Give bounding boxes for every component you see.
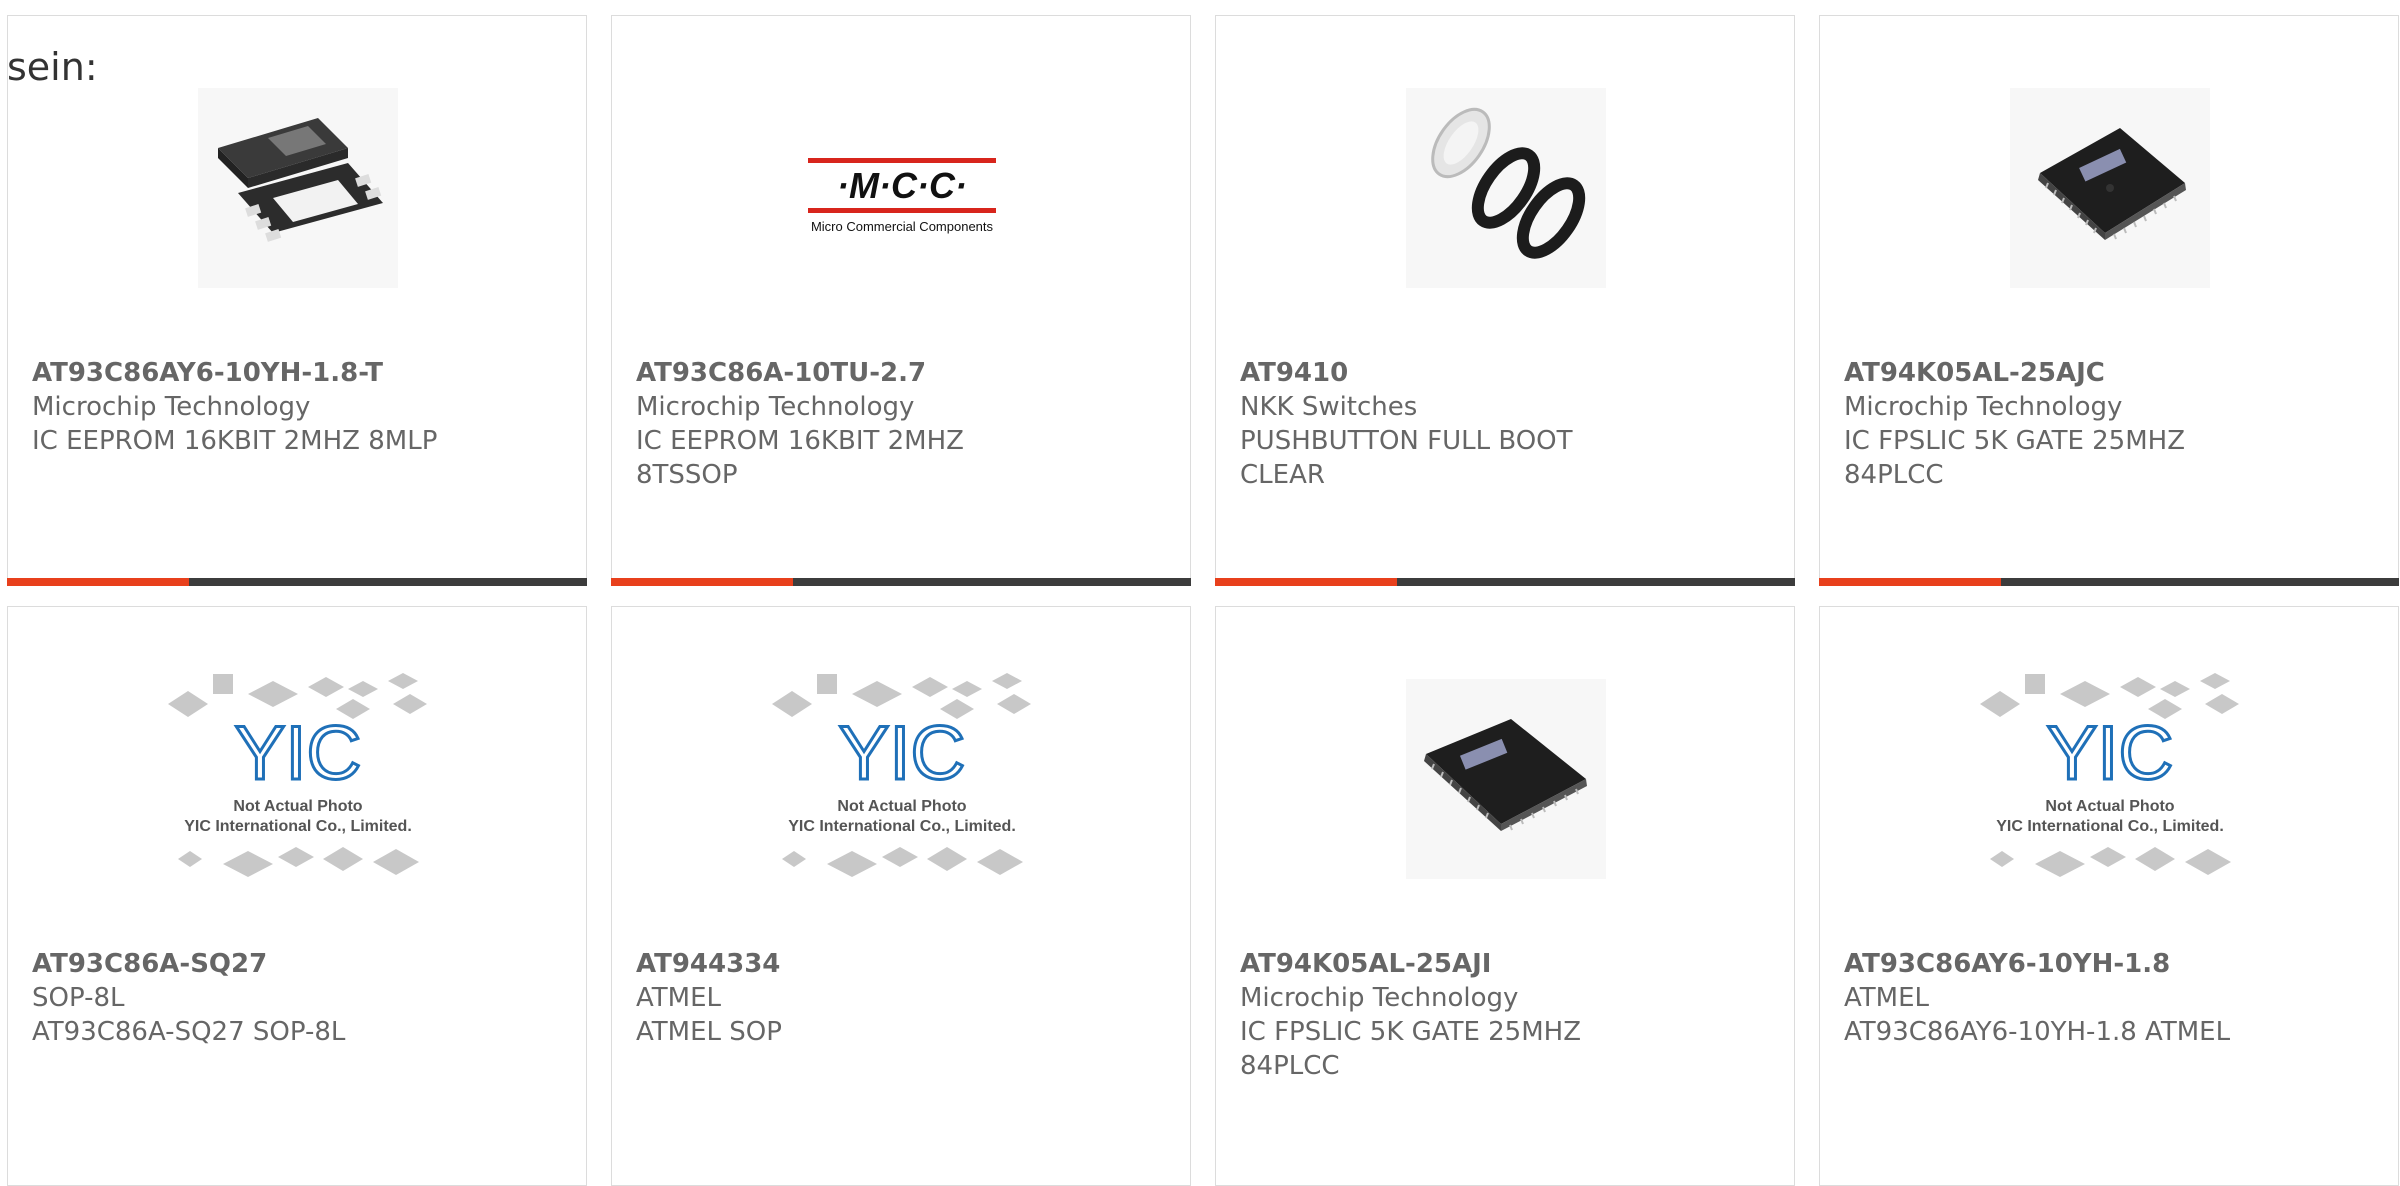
intro-text: sein: <box>7 45 98 89</box>
part-number[interactable]: AT944334 <box>636 947 1056 981</box>
manufacturer: Microchip Technology <box>636 392 915 422</box>
placeholder-caption: Not Actual Photo <box>233 798 362 815</box>
boot-rings-icon <box>1406 88 1606 288</box>
part-number[interactable]: AT94K05AL-25AJI <box>1240 947 1660 981</box>
card-footer-bar <box>7 578 587 586</box>
mcc-logo-text: ·M·C·C· <box>837 165 967 206</box>
manufacturer: Microchip Technology <box>1844 392 2123 422</box>
part-number[interactable]: AT93C86A-10TU-2.7 <box>636 356 1056 390</box>
manufacturer: SOP-8L <box>32 983 125 1013</box>
placeholder-caption: YIC International Co., Limited. <box>788 818 1016 835</box>
card-footer-bar <box>1819 578 2399 586</box>
description: PUSHBUTTON FULL BOOT CLEAR <box>1240 426 1573 490</box>
plcc-chip-icon <box>2010 88 2210 288</box>
product-card[interactable]: YIC Not Actual Photo YIC International C… <box>7 606 587 1186</box>
yic-logo-icon: YIC <box>235 711 362 796</box>
placeholder-caption: YIC International Co., Limited. <box>1996 818 2224 835</box>
dfn-chip-icon <box>198 88 398 288</box>
placeholder-caption: Not Actual Photo <box>837 798 966 815</box>
description: AT93C86A-SQ27 SOP-8L <box>32 1017 346 1047</box>
yic-logo-icon: YIC <box>2047 711 2174 796</box>
manufacturer: NKK Switches <box>1240 392 1418 422</box>
product-card[interactable]: AT9410 NKK Switches PUSHBUTTON FULL BOOT… <box>1215 15 1795 586</box>
product-card[interactable]: ·M·C·C· Micro Commercial Components AT93… <box>611 15 1191 586</box>
description: AT93C86AY6-10YH-1.8 ATMEL <box>1844 1017 2231 1047</box>
product-card[interactable]: AT94K05AL-25AJI Microchip Technology IC … <box>1215 606 1795 1186</box>
placeholder-caption: YIC International Co., Limited. <box>184 818 412 835</box>
card-footer-bar <box>611 578 1191 586</box>
mcc-logo-subtitle: Micro Commercial Components <box>811 219 994 234</box>
product-card[interactable]: YIC Not Actual Photo YIC International C… <box>1819 606 2399 1186</box>
part-number[interactable]: AT93C86AY6-10YH-1.8 <box>1844 947 2264 981</box>
placeholder-photo: YIC Not Actual Photo YIC International C… <box>1960 673 2260 879</box>
manufacturer: Microchip Technology <box>32 392 311 422</box>
part-number[interactable]: AT94K05AL-25AJC <box>1844 356 2264 390</box>
description: IC FPSLIC 5K GATE 25MHZ 84PLCC <box>1240 1017 1582 1081</box>
description: IC EEPROM 16KBIT 2MHZ 8TSSOP <box>636 426 964 490</box>
product-card[interactable]: YIC Not Actual Photo YIC International C… <box>611 606 1191 1186</box>
part-number[interactable]: AT9410 <box>1240 356 1660 390</box>
card-footer-accent <box>611 578 793 586</box>
card-footer-bar <box>1215 578 1795 586</box>
product-grid: AT93C86AY6-10YH-1.8-T Microchip Technolo… <box>0 0 2400 1186</box>
description: IC FPSLIC 5K GATE 25MHZ 84PLCC <box>1844 426 2186 490</box>
part-number[interactable]: AT93C86AY6-10YH-1.8-T <box>32 356 452 390</box>
placeholder-caption: Not Actual Photo <box>2045 798 2174 815</box>
mcc-logo: ·M·C·C· Micro Commercial Components <box>802 88 1002 288</box>
yic-logo-icon: YIC <box>839 711 966 796</box>
placeholder-photo: YIC Not Actual Photo YIC International C… <box>752 673 1052 879</box>
product-card[interactable]: AT94K05AL-25AJC Microchip Technology IC … <box>1819 15 2399 586</box>
product-card[interactable]: AT93C86AY6-10YH-1.8-T Microchip Technolo… <box>7 15 587 586</box>
card-footer-accent <box>7 578 189 586</box>
part-number[interactable]: AT93C86A-SQ27 <box>32 947 452 981</box>
manufacturer: Microchip Technology <box>1240 983 1519 1013</box>
plcc-chip-icon <box>1406 679 1606 879</box>
description: ATMEL SOP <box>636 1017 782 1047</box>
description: IC EEPROM 16KBIT 2MHZ 8MLP <box>32 426 438 456</box>
card-footer-accent <box>1215 578 1397 586</box>
card-footer-accent <box>1819 578 2001 586</box>
manufacturer: ATMEL <box>1844 983 1929 1013</box>
manufacturer: ATMEL <box>636 983 721 1013</box>
placeholder-photo: YIC Not Actual Photo YIC International C… <box>148 673 448 879</box>
